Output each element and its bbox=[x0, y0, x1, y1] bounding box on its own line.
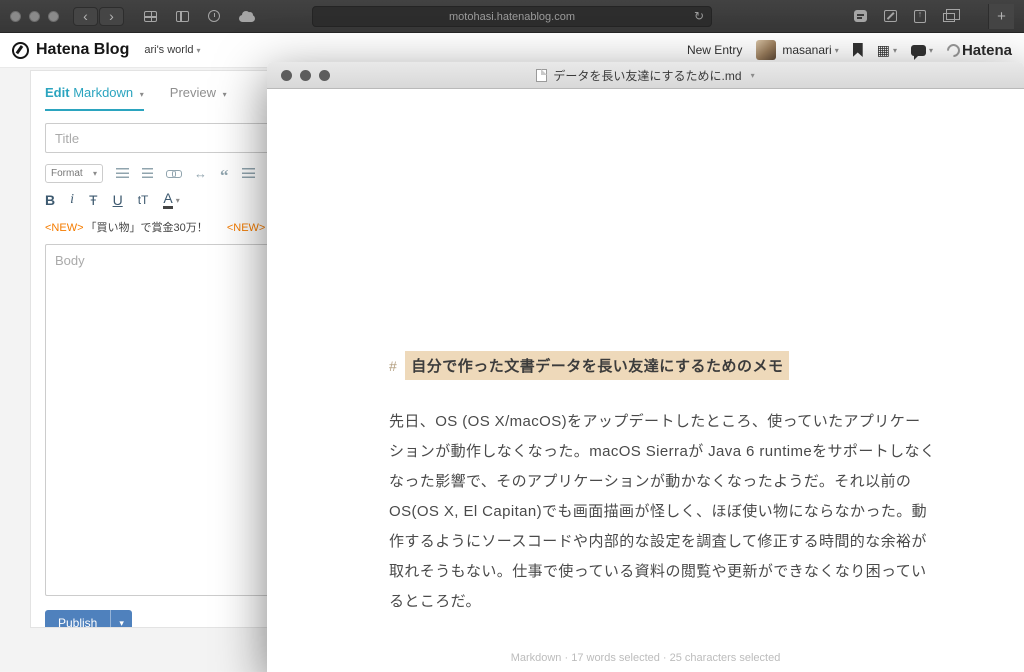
heading-marker: # bbox=[389, 357, 398, 374]
window-zoom-button[interactable] bbox=[319, 70, 330, 81]
chevron-down-icon: ▾ bbox=[196, 46, 201, 55]
forward-button[interactable]: › bbox=[99, 6, 124, 26]
new-entry-link[interactable]: New Entry bbox=[687, 43, 742, 57]
status-bar: Markdown · 17 words selected · 25 charac… bbox=[510, 652, 781, 664]
window-minimize-button[interactable] bbox=[300, 70, 311, 81]
apps-menu[interactable]: ▦ ▾ bbox=[877, 43, 897, 57]
text-size-button[interactable]: tT bbox=[138, 193, 149, 207]
back-button[interactable]: ‹ bbox=[73, 6, 98, 26]
markdown-window-titlebar[interactable]: データを長い友達にするために.md ▾ bbox=[267, 62, 1024, 89]
align-icon[interactable] bbox=[241, 167, 255, 179]
publish-options-button[interactable]: ▾ bbox=[110, 610, 132, 627]
desktop: ‹ › motohasi.hatenablog.com ↻ + bbox=[0, 0, 1024, 672]
publish-button[interactable]: Publish bbox=[45, 610, 110, 627]
paragraph-line: なった影響で、そのアプリケーションが動かなくなったようだ。それ以前の bbox=[389, 473, 912, 490]
blog-name-menu[interactable]: ari's world ▾ bbox=[144, 44, 200, 56]
header-right: New Entry masanari ▾ ▦ ▾ ▾ Hatena bbox=[687, 40, 1012, 60]
chevron-down-icon: ▾ bbox=[139, 90, 144, 99]
hatena-corporate-logo[interactable]: Hatena bbox=[944, 40, 1012, 60]
publish-button-group: Publish ▾ bbox=[45, 610, 132, 627]
notice-text: 「買い物」で賞金30万！ bbox=[85, 222, 208, 234]
chevron-down-icon: ▾ bbox=[834, 45, 839, 55]
account-menu[interactable]: masanari ▾ bbox=[756, 40, 839, 60]
format-select-label: Format bbox=[51, 167, 83, 179]
link-icon[interactable] bbox=[166, 169, 182, 178]
paragraph-line: 先日、OS (OS X/macOS)をアップデートしたところ、使っていたアプリケ… bbox=[389, 413, 921, 430]
window-zoom-button[interactable] bbox=[48, 10, 59, 22]
window-title: データを長い友達にするために.md ▾ bbox=[536, 67, 755, 84]
hatena-blog-logo-text: Hatena Blog bbox=[36, 41, 130, 58]
chevron-down-icon[interactable]: ▾ bbox=[751, 71, 755, 80]
icloud-tabs-icon[interactable] bbox=[239, 11, 255, 22]
reload-icon[interactable]: ↻ bbox=[694, 9, 704, 23]
document-heading: # 自分で作った文書データを長い友達にするためのメモ bbox=[389, 351, 790, 380]
address-bar[interactable]: motohasi.hatenablog.com ↻ bbox=[312, 6, 712, 27]
chevron-down-icon: ▾ bbox=[175, 195, 180, 205]
paragraph-line: 取れそうもない。仕事で使っている資料の閲覧や更新ができなくなり困ってい bbox=[389, 563, 927, 580]
hatena-blog-logo[interactable]: Hatena Blog bbox=[12, 41, 129, 59]
url-text: motohasi.hatenablog.com bbox=[449, 10, 575, 23]
avatar bbox=[756, 40, 777, 60]
numbered-list-icon[interactable] bbox=[142, 167, 153, 179]
underline-button[interactable]: U bbox=[113, 192, 123, 208]
toolbar-left-icons bbox=[144, 10, 255, 22]
format-select[interactable]: Format ▾ bbox=[45, 163, 103, 183]
strikethrough-button[interactable]: Ŧ bbox=[89, 192, 98, 208]
window-title-text: データを長い友達にするために.md bbox=[553, 68, 742, 83]
username-label: masanari bbox=[782, 43, 832, 57]
markdown-editor-window: データを長い友達にするために.md ▾ # 自分で作った文書データを長い友達にす… bbox=[267, 62, 1024, 672]
hatena-blog-logo-icon bbox=[12, 41, 29, 59]
traffic-lights bbox=[281, 70, 330, 81]
new-tag: <NEW> bbox=[226, 222, 266, 234]
tab-preview-label: Preview bbox=[169, 85, 217, 100]
document-paragraph: 先日、OS (OS X/macOS)をアップデートしたところ、使っていたアプリケ… bbox=[389, 407, 935, 617]
bookmark-icon[interactable] bbox=[852, 43, 863, 57]
hatena-logo-text: Hatena bbox=[961, 41, 1012, 59]
chevron-down-icon: ▾ bbox=[222, 90, 227, 99]
chevron-down-icon: ▾ bbox=[928, 45, 933, 55]
paragraph-line: 作するようにソースコードや内部的な設定を調査して修正する時間的な余裕が bbox=[389, 533, 927, 550]
tabs-icon[interactable] bbox=[943, 9, 960, 22]
text-color-letter: A bbox=[163, 191, 173, 209]
window-close-button[interactable] bbox=[10, 10, 21, 22]
bold-button[interactable]: B bbox=[45, 192, 55, 208]
notifications-menu[interactable]: ▾ bbox=[910, 44, 933, 60]
hatena-mark-icon bbox=[944, 40, 963, 60]
blockquote-icon[interactable]: “ bbox=[220, 167, 229, 184]
new-tag: <NEW> bbox=[45, 222, 84, 234]
window-minimize-button[interactable] bbox=[29, 10, 40, 22]
markdown-document[interactable]: # 自分で作った文書データを長い友達にするためのメモ 先日、OS (OS X/m… bbox=[267, 89, 1024, 672]
text-color-button[interactable]: A ▾ bbox=[163, 191, 180, 209]
tab-overview-icon[interactable] bbox=[144, 10, 157, 22]
chevron-down-icon: ▾ bbox=[92, 168, 97, 178]
document-icon bbox=[536, 68, 548, 82]
chevron-down-icon: ▾ bbox=[892, 45, 897, 55]
bullet-list-icon[interactable] bbox=[116, 167, 129, 179]
markup-icon[interactable] bbox=[884, 10, 897, 22]
italic-button[interactable]: i bbox=[70, 192, 74, 208]
tab-preview[interactable]: Preview ▾ bbox=[170, 85, 227, 111]
traffic-lights bbox=[10, 10, 59, 22]
speech-bubble-icon bbox=[910, 44, 926, 60]
share-icon[interactable] bbox=[914, 9, 926, 23]
paragraph-line: るところだ。 bbox=[389, 593, 481, 610]
paragraph-line: ションが動作しなくなった。macOS Sierraが Java 6 runtim… bbox=[389, 443, 936, 460]
annotation-icon[interactable] bbox=[854, 10, 867, 22]
blog-name-label: ari's world bbox=[144, 44, 194, 56]
sidebar-icon[interactable] bbox=[176, 10, 189, 22]
safari-toolbar: ‹ › motohasi.hatenablog.com ↻ + bbox=[0, 0, 1024, 33]
notice-link[interactable]: <NEW> 「買い物」で賞金30万！ bbox=[45, 222, 211, 234]
toolbar-right-icons: + bbox=[854, 3, 1014, 29]
tab-edit-markdown[interactable]: Edit Markdown ▾ bbox=[45, 85, 144, 111]
new-tab-button[interactable]: + bbox=[988, 3, 1014, 29]
paragraph-line: OS(OS X, El Capitan)でも画面描画が怪しく、ほぼ使い物にならな… bbox=[389, 503, 928, 520]
tab-edit-mode-label: Markdown bbox=[73, 85, 134, 100]
tab-edit-label: Edit bbox=[45, 85, 70, 100]
window-close-button[interactable] bbox=[281, 70, 292, 81]
history-icon[interactable] bbox=[208, 10, 220, 22]
horizontal-rule-icon[interactable]: ↔ bbox=[194, 167, 207, 180]
grid-icon: ▦ bbox=[876, 42, 890, 58]
navigation-buttons: ‹ › bbox=[73, 6, 124, 26]
heading-text-selected: 自分で作った文書データを長い友達にするためのメモ bbox=[405, 351, 790, 380]
